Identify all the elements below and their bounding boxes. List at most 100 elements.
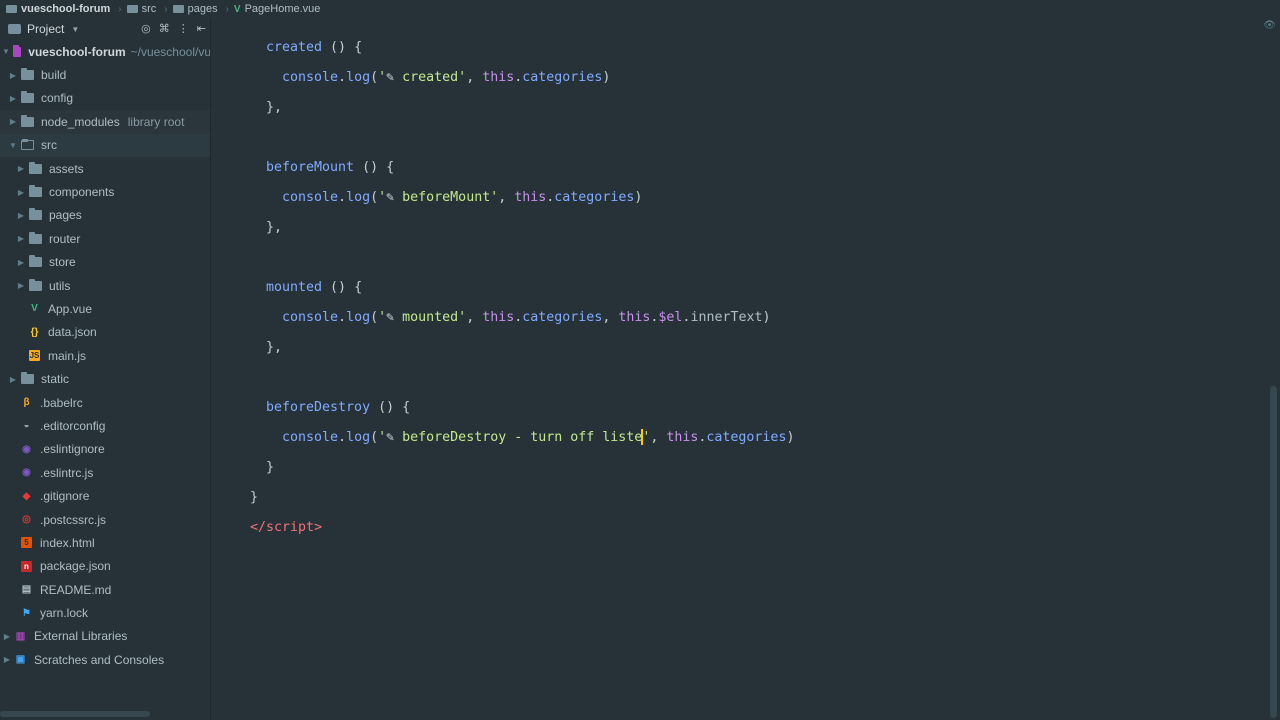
code-line[interactable]: console.log('✎ created', this.categories… (282, 68, 610, 98)
preview-icon[interactable]: 👁 (1263, 20, 1276, 31)
code-token: beforeDestroy - turn off liste (394, 430, 643, 445)
breadcrumb-label: PageHome.vue (244, 3, 321, 15)
chevron-right-icon[interactable]: ▶ (16, 281, 26, 290)
editor-scrollbar[interactable] (1270, 386, 1277, 718)
tree-item[interactable]: ▶ static (0, 367, 210, 390)
chevron-right-icon[interactable]: ▶ (16, 234, 26, 243)
code-token: ( (370, 430, 379, 445)
root-path: ~/vueschool/vu (130, 44, 211, 59)
chevron-right-icon[interactable]: ▶ (8, 71, 18, 80)
feather-glyph: ✎ (386, 70, 395, 85)
chevron-down-icon[interactable]: ▼ (2, 47, 10, 56)
tree-item[interactable]: ▶ config (0, 87, 210, 110)
more-icon[interactable]: ⋮ (178, 22, 189, 35)
code-token: log (346, 190, 371, 205)
tree-item[interactable]: ▤ README.md (0, 578, 210, 601)
tree-item[interactable]: ◉ .eslintrc.js (0, 461, 210, 484)
tree-item[interactable]: ▶ node_modules library root (0, 110, 210, 134)
chevron-down-icon[interactable]: ▼ (8, 141, 18, 150)
breadcrumb-item[interactable]: vueschool-forum › (6, 3, 127, 15)
code-token: () { (322, 280, 363, 295)
code-line[interactable]: console.log('✎ mounted', this.categories… (282, 308, 771, 338)
code-token: , (650, 430, 667, 445)
tree-item[interactable]: ▶ pages (0, 204, 210, 227)
code-editor[interactable]: 👁 created () {console.log('✎ created', t… (212, 18, 1280, 720)
tree-item-label: build (41, 68, 67, 83)
code-line[interactable]: }, (266, 98, 282, 128)
chevron-down-icon[interactable]: ▼ (71, 25, 79, 34)
tree-item-label: package.json (40, 559, 111, 574)
code-token: console (282, 190, 339, 205)
tree-item[interactable]: ▶ store (0, 251, 210, 274)
chevron-right-icon[interactable]: ▶ (16, 211, 26, 220)
tree-item[interactable]: ⚑ yarn.lock (0, 601, 210, 624)
git-file-icon: ◆ (22, 490, 31, 502)
code-token: beforeMount' (394, 190, 499, 205)
code-token: this (482, 70, 515, 85)
code-line[interactable]: } (250, 488, 258, 518)
tree-item[interactable]: 5 index.html (0, 531, 210, 554)
sidebar-scrollbar[interactable] (0, 711, 150, 717)
code-line[interactable]: </script> (250, 518, 322, 548)
breadcrumb-item[interactable]: pages › (172, 3, 234, 15)
chevron-right-icon[interactable]: ▶ (2, 632, 12, 641)
vue-file-icon: V (233, 3, 241, 15)
locate-icon[interactable]: ◎ (141, 22, 151, 35)
tree-item-label: .editorconfig (40, 418, 106, 433)
tree-item[interactable]: ▶ build (0, 63, 210, 86)
code-line[interactable]: created () { (266, 38, 362, 68)
tree-item[interactable]: ▶ components (0, 180, 210, 203)
tree-item[interactable]: JS main.js (0, 344, 210, 367)
code-line[interactable]: } (266, 458, 274, 488)
chevron-right-icon[interactable]: ▶ (8, 117, 18, 126)
chevron-right-icon[interactable]: ▶ (16, 258, 26, 267)
hide-icon[interactable]: ⇤ (197, 22, 206, 35)
tree-item-label: yarn.lock (40, 606, 89, 621)
code-line[interactable]: }, (266, 338, 282, 368)
chevron-right-icon[interactable]: ▶ (8, 375, 18, 384)
tree-item[interactable]: β .babelrc (0, 391, 210, 414)
tree-item[interactable]: ◆ .gitignore (0, 484, 210, 507)
tree-item[interactable]: ◉ .eslintignore (0, 438, 210, 461)
tree-item[interactable]: ▶ ▣ Scratches and Consoles (0, 648, 210, 671)
code-line[interactable]: mounted () { (266, 278, 362, 308)
tree-item[interactable]: V App.vue (0, 297, 210, 320)
code-line[interactable]: console.log('✎ beforeMount', this.catego… (282, 188, 642, 218)
tree-item[interactable]: n package.json (0, 555, 210, 578)
code-token: console (282, 70, 339, 85)
breadcrumb-item[interactable]: V PageHome.vue (234, 3, 321, 15)
breadcrumb-item[interactable]: src › (126, 3, 173, 15)
chevron-right-icon[interactable]: ▶ (8, 94, 18, 103)
chevron-right-icon[interactable]: ▶ (16, 164, 26, 173)
code-token: beforeMount (266, 160, 355, 175)
code-token: () { (322, 40, 363, 55)
tree-item[interactable]: ▶ router (0, 227, 210, 250)
tree-item-label: static (41, 372, 70, 387)
tree-item[interactable]: ▼ src (0, 133, 210, 157)
chevron-right-icon[interactable]: ▶ (2, 655, 12, 664)
tree-item-label: .babelrc (40, 395, 83, 410)
collapse-icon[interactable]: ⌘ (159, 22, 170, 35)
tree-item[interactable]: ▶ assets (0, 157, 210, 180)
code-line[interactable]: }, (266, 218, 282, 248)
folder-icon (126, 5, 138, 13)
tree-item[interactable]: ▶ utils (0, 274, 210, 297)
code-line[interactable]: beforeDestroy () { (266, 398, 410, 428)
code-token: log (346, 310, 371, 325)
code-token: . (338, 310, 347, 325)
tree-item-label: node_modules (41, 114, 120, 129)
tree-item[interactable]: {} data.json (0, 321, 210, 344)
code-line[interactable]: console.log('✎ beforeDestroy - turn off … (282, 428, 794, 458)
tree-root[interactable]: ▼ vueschool-forum ~/vueschool/vu (0, 40, 211, 63)
code-token: innerText (690, 310, 763, 325)
tree-item-label: store (49, 255, 76, 270)
tree-item-label: .gitignore (40, 489, 90, 504)
tree-item-label: utils (49, 278, 71, 293)
feather-glyph: ✎ (386, 310, 395, 325)
code-token: </ (250, 520, 267, 535)
tree-item[interactable]: ▶ ▥ External Libraries (0, 625, 210, 648)
code-line[interactable]: beforeMount () { (266, 158, 394, 188)
chevron-right-icon[interactable]: ▶ (16, 188, 26, 197)
tree-item[interactable]: ◎ .postcssrc.js (0, 508, 210, 531)
tree-item[interactable]: ◒ .editorconfig (0, 414, 210, 437)
